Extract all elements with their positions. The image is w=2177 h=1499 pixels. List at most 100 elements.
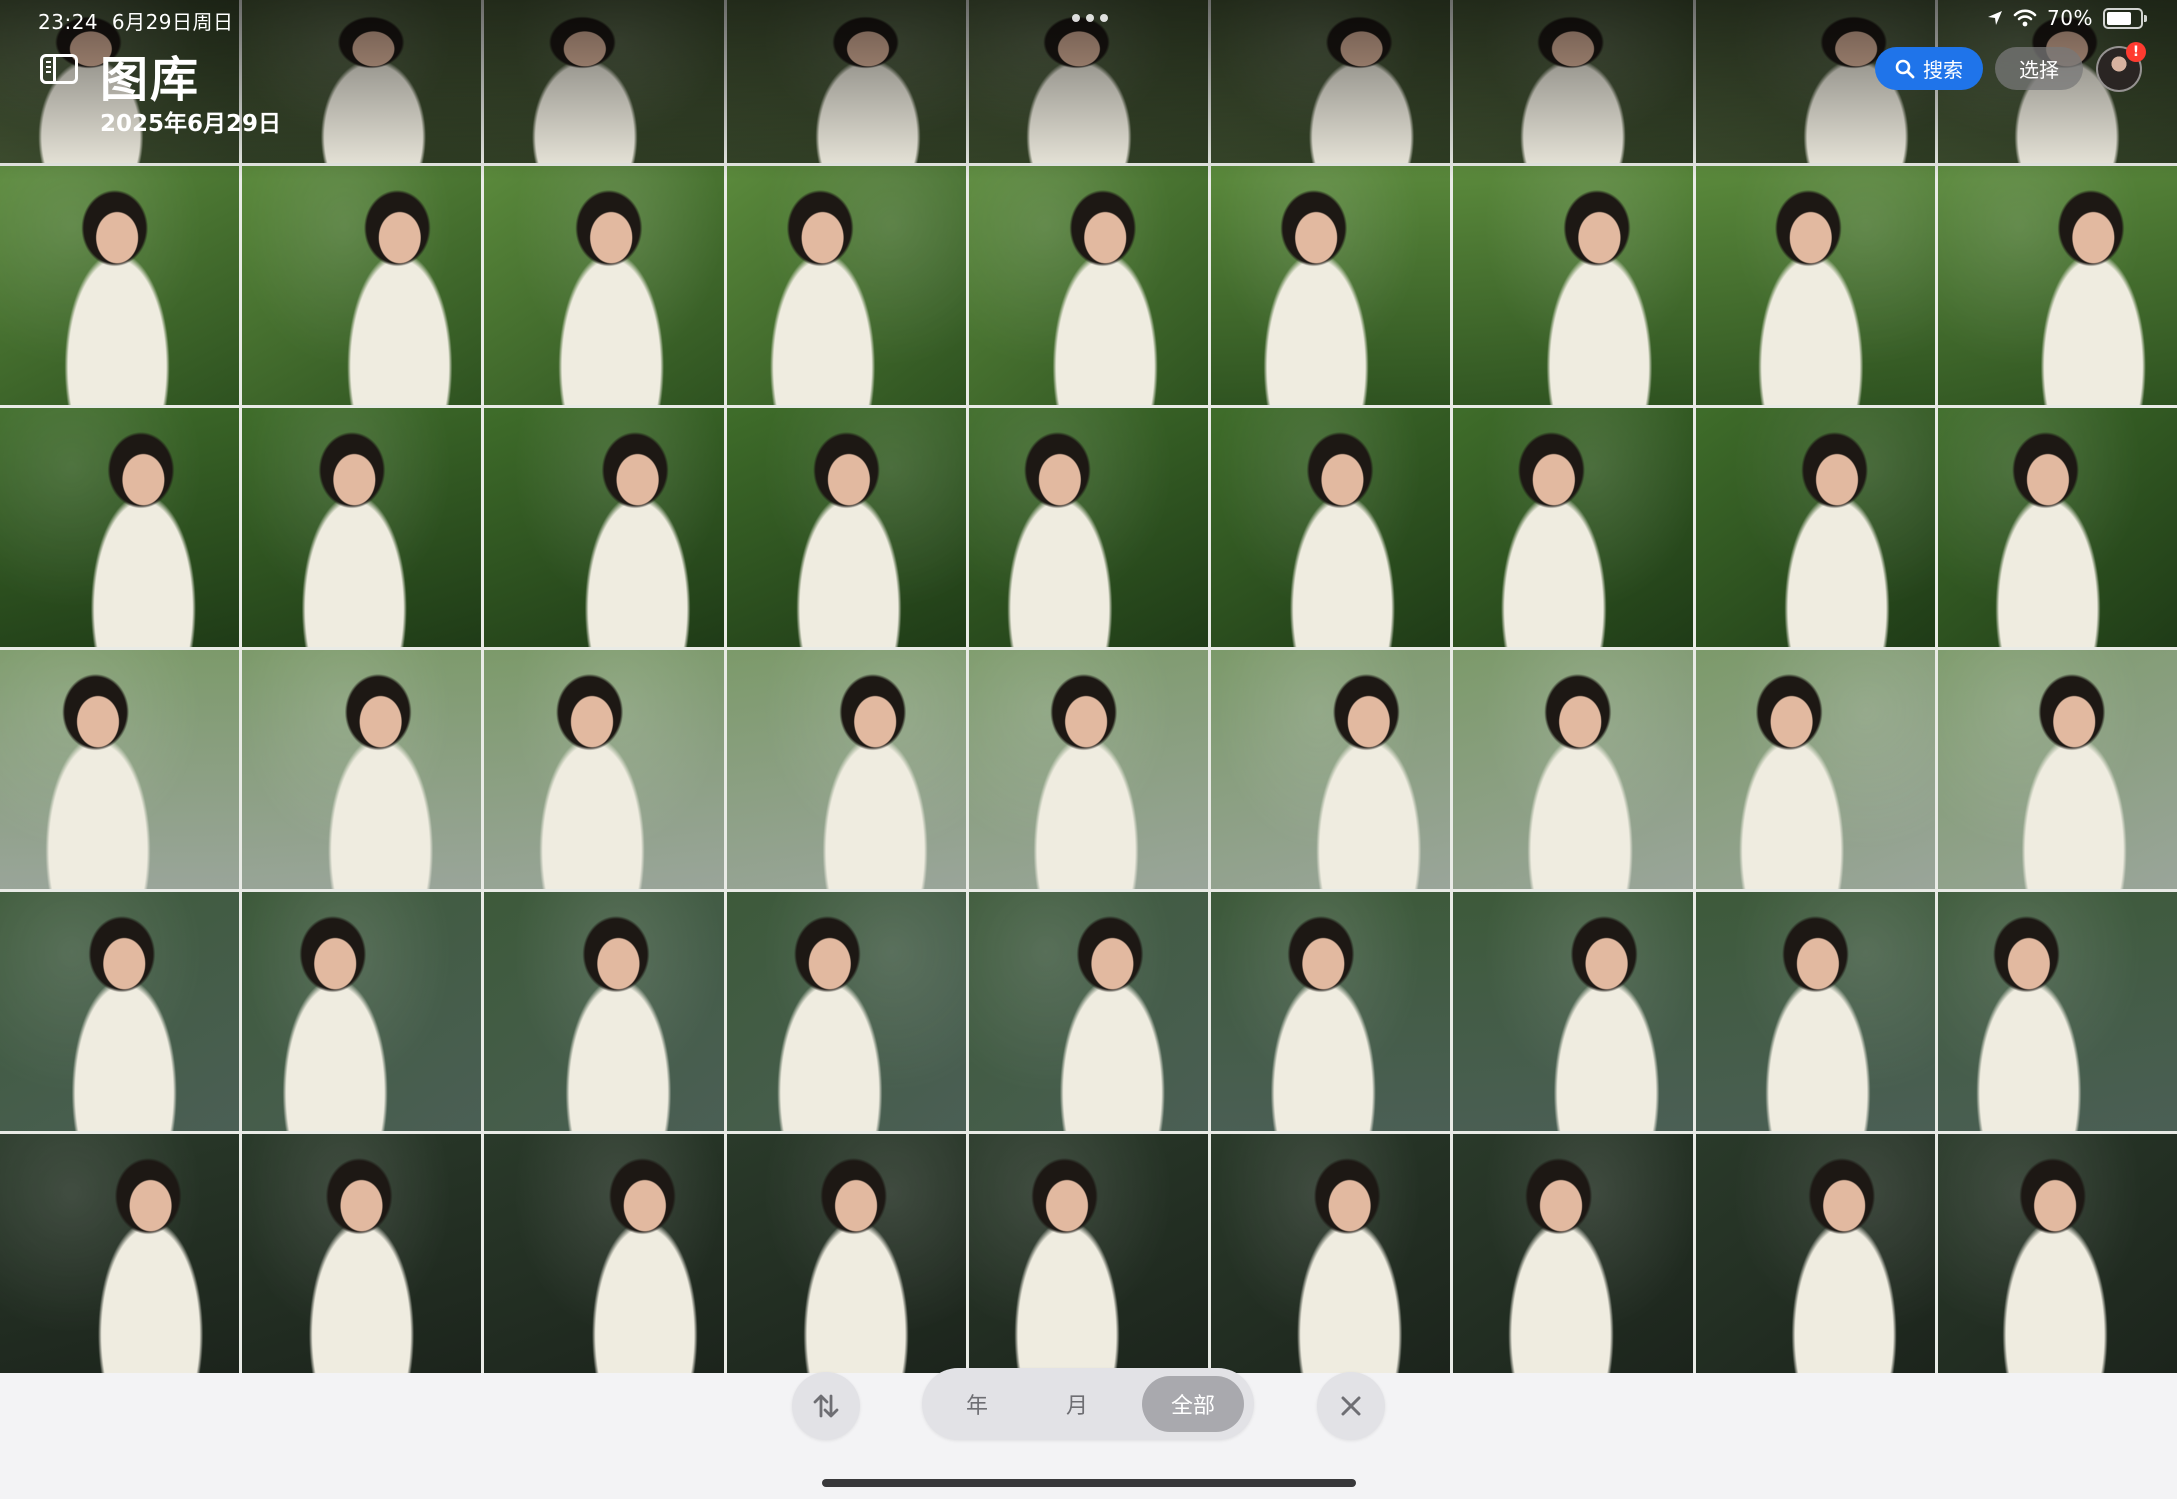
photo-thumbnail[interactable] bbox=[484, 408, 724, 647]
photo-thumbnail[interactable] bbox=[1211, 408, 1451, 647]
photo-subject bbox=[968, 892, 1209, 1131]
segment-year[interactable]: 年 bbox=[932, 1376, 1022, 1432]
sort-button[interactable] bbox=[792, 1372, 860, 1440]
photo-subject bbox=[242, 1134, 482, 1373]
photo-subject bbox=[1937, 892, 2177, 1131]
home-indicator[interactable] bbox=[822, 1479, 1356, 1487]
photo-thumbnail[interactable] bbox=[484, 892, 724, 1131]
photo-thumbnail[interactable] bbox=[1453, 892, 1693, 1131]
photo-subject bbox=[1453, 408, 1693, 647]
photo-thumbnail[interactable] bbox=[968, 408, 1209, 647]
photo-thumbnail[interactable] bbox=[726, 650, 966, 889]
photo-subject bbox=[968, 408, 1209, 647]
status-time: 23:24 6月29日周日 bbox=[38, 6, 234, 35]
photo-subject bbox=[0, 408, 240, 647]
photo-thumbnail[interactable] bbox=[1211, 166, 1451, 405]
photo-thumbnail[interactable] bbox=[968, 650, 1209, 889]
photo-subject bbox=[1211, 1134, 1451, 1373]
photo-subject bbox=[1453, 892, 1693, 1131]
photo-thumbnail[interactable] bbox=[242, 408, 482, 647]
photo-thumbnail[interactable] bbox=[726, 0, 966, 163]
photo-thumbnail[interactable] bbox=[726, 166, 966, 405]
photo-thumbnail[interactable] bbox=[0, 408, 240, 647]
photo-thumbnail[interactable] bbox=[1453, 408, 1693, 647]
photo-thumbnail[interactable] bbox=[1695, 650, 1935, 889]
photo-thumbnail[interactable] bbox=[726, 1134, 966, 1373]
status-indicators: 70% bbox=[1987, 6, 2147, 30]
photo-thumbnail[interactable] bbox=[242, 0, 482, 163]
photo-thumbnail[interactable] bbox=[1453, 1134, 1693, 1373]
photo-thumbnail[interactable] bbox=[0, 892, 240, 1131]
photo-thumbnail[interactable] bbox=[1937, 650, 2177, 889]
close-icon bbox=[1341, 1396, 1361, 1416]
search-label: 搜索 bbox=[1923, 58, 1963, 82]
scope-segmented-control: 年 月 全部 bbox=[922, 1368, 1254, 1440]
photo-thumbnail[interactable] bbox=[0, 650, 240, 889]
photo-subject bbox=[1453, 650, 1693, 889]
photo-subject bbox=[1937, 1134, 2177, 1373]
photos-app: 23:24 6月29日周日 70% 图库 2025年6月29日 搜索 选择 ! … bbox=[0, 0, 2177, 1499]
photo-thumbnail[interactable] bbox=[1211, 0, 1451, 163]
photo-thumbnail[interactable] bbox=[0, 166, 240, 405]
photo-thumbnail[interactable] bbox=[242, 166, 482, 405]
photo-thumbnail[interactable] bbox=[968, 0, 1209, 163]
photo-thumbnail[interactable] bbox=[242, 1134, 482, 1373]
photo-subject bbox=[484, 1134, 724, 1373]
photo-thumbnail[interactable] bbox=[1695, 1134, 1935, 1373]
photo-thumbnail[interactable] bbox=[1211, 892, 1451, 1131]
photo-subject bbox=[726, 408, 966, 647]
multitasking-menu-icon[interactable] bbox=[1072, 14, 1108, 22]
photo-thumbnail[interactable] bbox=[1695, 892, 1935, 1131]
select-button[interactable]: 选择 bbox=[1995, 47, 2083, 90]
photo-thumbnail[interactable] bbox=[1453, 166, 1693, 405]
location-arrow-icon bbox=[1988, 11, 2003, 25]
photo-thumbnail[interactable] bbox=[484, 166, 724, 405]
page-title: 图库 bbox=[100, 52, 201, 108]
photo-thumbnail[interactable] bbox=[1453, 650, 1693, 889]
photo-thumbnail[interactable] bbox=[726, 892, 966, 1131]
photo-subject bbox=[1695, 166, 1935, 405]
status-clock: 23:24 bbox=[38, 10, 99, 34]
photo-subject bbox=[726, 892, 966, 1131]
photo-thumbnail[interactable] bbox=[242, 892, 482, 1131]
photo-subject bbox=[726, 166, 966, 405]
photo-thumbnail[interactable] bbox=[1937, 408, 2177, 647]
photo-subject bbox=[1695, 892, 1935, 1131]
photo-thumbnail[interactable] bbox=[1937, 892, 2177, 1131]
wifi-icon bbox=[2013, 9, 2037, 27]
photo-thumbnail[interactable] bbox=[1695, 408, 1935, 647]
photo-thumbnail[interactable] bbox=[726, 408, 966, 647]
photo-subject bbox=[0, 892, 240, 1131]
segment-all[interactable]: 全部 bbox=[1142, 1376, 1244, 1432]
photo-subject bbox=[242, 408, 482, 647]
photo-thumbnail[interactable] bbox=[242, 650, 482, 889]
photo-thumbnail[interactable] bbox=[484, 650, 724, 889]
photo-subject bbox=[484, 166, 724, 405]
photo-thumbnail[interactable] bbox=[968, 166, 1209, 405]
photo-thumbnail[interactable] bbox=[1211, 650, 1451, 889]
page-date: 2025年6月29日 bbox=[100, 111, 282, 137]
photo-thumbnail[interactable] bbox=[0, 1134, 240, 1373]
photo-thumbnail[interactable] bbox=[1453, 0, 1693, 163]
close-button[interactable] bbox=[1317, 1372, 1385, 1440]
sidebar-icon[interactable] bbox=[40, 54, 78, 84]
photo-subject bbox=[1695, 1134, 1935, 1373]
photo-thumbnail[interactable] bbox=[1937, 166, 2177, 405]
photo-thumbnail[interactable] bbox=[968, 1134, 1209, 1373]
photo-subject bbox=[1211, 892, 1451, 1131]
photo-thumbnail[interactable] bbox=[1937, 1134, 2177, 1373]
photo-subject bbox=[0, 650, 240, 889]
photo-thumbnail[interactable] bbox=[484, 0, 724, 163]
photo-subject bbox=[1937, 166, 2177, 405]
photo-thumbnail[interactable] bbox=[1211, 1134, 1451, 1373]
photo-subject bbox=[1211, 166, 1451, 405]
segment-month[interactable]: 月 bbox=[1032, 1376, 1122, 1432]
photo-subject bbox=[0, 1134, 240, 1373]
photo-subject bbox=[1211, 0, 1451, 163]
photo-thumbnail[interactable] bbox=[968, 892, 1209, 1131]
alert-badge: ! bbox=[2126, 42, 2146, 62]
photo-thumbnail[interactable] bbox=[484, 1134, 724, 1373]
search-button[interactable]: 搜索 bbox=[1875, 47, 1983, 90]
battery-percent: 70% bbox=[2047, 6, 2093, 30]
photo-thumbnail[interactable] bbox=[1695, 166, 1935, 405]
